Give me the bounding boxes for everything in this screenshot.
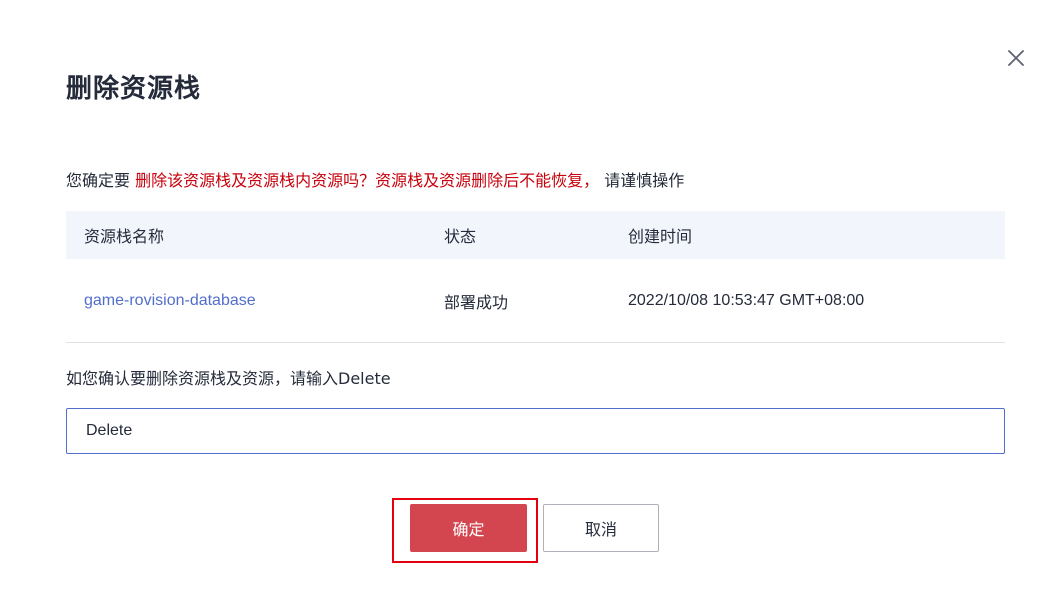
dialog-title: 删除资源栈	[66, 74, 202, 104]
stack-table: 资源栈名称 状态 创建时间 game-rovision-database 部署成…	[66, 211, 1005, 343]
header-stack-name: 资源栈名称	[84, 227, 165, 246]
warning-danger-text: 删除该资源栈及资源栈内资源吗？资源栈及资源删除后不能恢复，	[135, 171, 600, 190]
confirm-label: 如您确认要删除资源栈及资源，请输入Delete	[66, 369, 391, 388]
confirm-delete-input[interactable]	[66, 408, 1005, 454]
table-header: 资源栈名称 状态 创建时间	[66, 211, 1005, 259]
stack-created-cell: 2022/10/08 10:53:47 GMT+08:00	[628, 291, 865, 309]
stack-name-cell: game-rovision-database	[66, 292, 444, 310]
stack-status-cell: 部署成功	[444, 292, 509, 312]
confirm-button[interactable]: 确定	[410, 504, 527, 552]
warning-suffix: 请谨慎操作	[599, 171, 685, 190]
close-icon	[1008, 50, 1024, 66]
header-created-time: 创建时间	[628, 227, 693, 246]
header-status: 状态	[444, 227, 477, 246]
cancel-button[interactable]: 取消	[543, 504, 659, 552]
delete-stack-dialog: 删除资源栈 您确定要 删除该资源栈及资源栈内资源吗？资源栈及资源删除后不能恢复，…	[0, 0, 1061, 601]
close-button[interactable]	[1004, 46, 1028, 70]
warning-prefix: 您确定要	[66, 171, 136, 190]
warning-message: 您确定要 删除该资源栈及资源栈内资源吗？资源栈及资源删除后不能恢复， 请谨慎操作	[66, 171, 684, 191]
stack-name-link[interactable]: game-rovision-database	[84, 292, 256, 309]
table-row: game-rovision-database 部署成功 2022/10/08 1…	[66, 259, 1005, 343]
